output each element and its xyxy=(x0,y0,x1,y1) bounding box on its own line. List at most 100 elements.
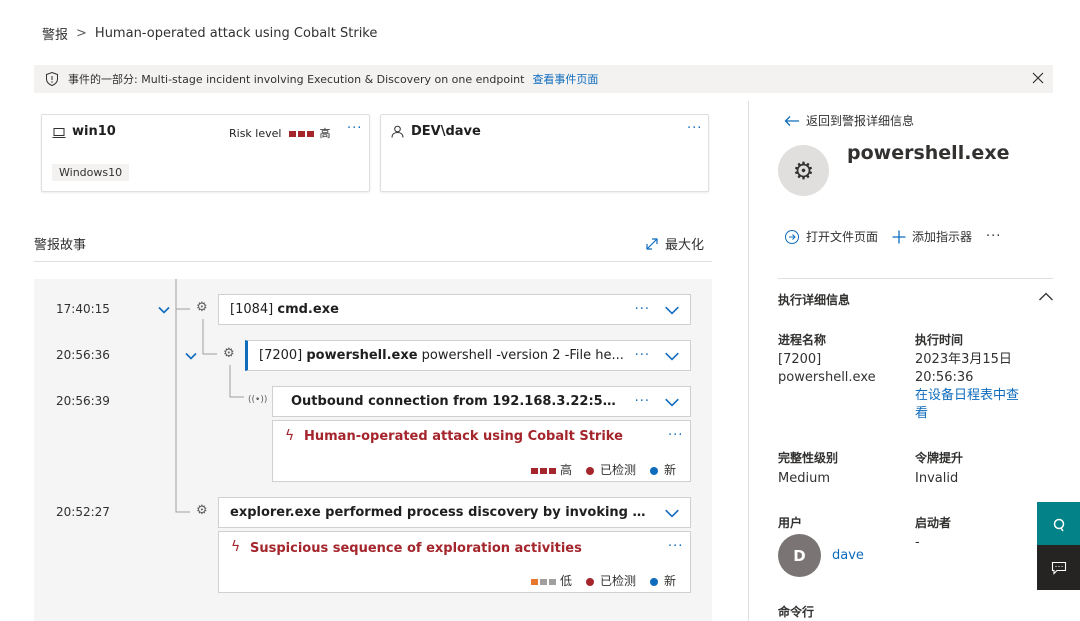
cmd-more-button[interactable]: ··· xyxy=(635,302,650,317)
help-button[interactable] xyxy=(1037,502,1080,547)
alert-meta-exploration: 低 已检测 新 xyxy=(531,572,676,589)
integrity-label: 完整性级别 xyxy=(778,451,839,465)
shield-icon xyxy=(46,71,58,87)
process-name-value: [7200] powershell.exe xyxy=(778,352,876,385)
open-file-label: 打开文件页面 xyxy=(806,230,879,244)
alert-story-title: 警报故事 xyxy=(34,238,87,253)
alert-status: 已检测 xyxy=(599,463,636,477)
user-card[interactable]: DEV\dave ··· xyxy=(380,114,709,192)
alert-title-exploration[interactable]: Suspicious sequence of exploration activ… xyxy=(250,541,582,556)
device-card[interactable]: win10 Risk level 高 ··· Windows10 xyxy=(41,114,370,192)
incident-banner: 事件的一部分: Multi-stage incident involving E… xyxy=(34,65,1053,93)
device-name[interactable]: win10 xyxy=(72,124,116,139)
close-icon[interactable] xyxy=(1031,71,1045,85)
alert-status: 已检测 xyxy=(599,574,636,588)
user-label: 用户 xyxy=(778,516,803,530)
device-more-button[interactable]: ··· xyxy=(347,121,362,136)
alert-more-button[interactable]: ··· xyxy=(668,539,683,554)
event-node-explorer[interactable]: explorer.exe performed process discovery… xyxy=(218,497,691,528)
collapse-cmd-chevron-icon[interactable] xyxy=(157,303,171,317)
headset-icon xyxy=(1053,518,1064,531)
initiator-value: - xyxy=(915,535,920,550)
open-file-button[interactable]: 打开文件页面 xyxy=(784,228,878,245)
powershell-name: powershell.exe xyxy=(306,348,418,363)
alert-meta-cobalt: 高 已检测 新 xyxy=(531,461,676,478)
exec-time-label: 执行时间 xyxy=(915,333,964,347)
back-link[interactable]: 返回到警报详细信息 xyxy=(784,112,914,129)
breadcrumb-current: Human-operated attack using Cobalt Strik… xyxy=(94,26,378,41)
arrow-left-icon xyxy=(784,115,799,126)
process-node-powershell[interactable]: [7200] powershell.exe powershell -versio… xyxy=(245,340,691,371)
process-avatar: ⚙ xyxy=(778,145,829,196)
lightning-icon: ϟ xyxy=(231,539,241,555)
expand-icon xyxy=(646,237,658,250)
time-explorer: 20:52:27 xyxy=(56,505,110,519)
panel-divider xyxy=(748,101,749,621)
gear-icon: ⚙ xyxy=(196,300,208,315)
user-icon xyxy=(391,125,404,138)
breadcrumb: 警报 > Human-operated attack using Cobalt … xyxy=(42,24,377,43)
time-connection: 20:56:39 xyxy=(56,394,110,408)
integrity-value: Medium xyxy=(778,471,830,486)
collapse-powershell-chevron-icon[interactable] xyxy=(184,349,198,363)
device-timeline-link[interactable]: 在设备日程表中查看 xyxy=(915,387,1025,423)
alert-card-exploration[interactable]: ϟ Suspicious sequence of exploration act… xyxy=(218,531,691,593)
time-powershell: 20:56:36 xyxy=(56,348,110,362)
powershell-more-button[interactable]: ··· xyxy=(635,348,650,363)
alert-state: 新 xyxy=(663,463,676,477)
user-more-button[interactable]: ··· xyxy=(687,121,702,136)
chevron-up-icon[interactable] xyxy=(1038,291,1054,303)
chevron-down-icon[interactable] xyxy=(664,394,680,410)
view-incident-link[interactable]: 查看事件页面 xyxy=(532,71,598,87)
panel-title: powershell.exe xyxy=(847,142,1010,164)
severity-bars xyxy=(531,578,557,585)
token-value: Invalid xyxy=(915,471,959,486)
maximize-button[interactable]: 最大化 xyxy=(645,234,704,253)
user-link[interactable]: dave xyxy=(832,547,864,565)
feedback-button[interactable] xyxy=(1037,545,1080,590)
powershell-pid: [7200] xyxy=(259,348,303,363)
story-header-divider xyxy=(34,261,712,262)
gear-icon: ⚙ xyxy=(223,346,235,361)
severity-bars xyxy=(531,467,557,474)
banner-text: 事件的一部分: Multi-stage incident involving E… xyxy=(68,73,525,86)
alert-severity: 低 xyxy=(559,574,572,588)
chevron-down-icon[interactable] xyxy=(664,505,680,521)
chevron-down-icon[interactable] xyxy=(664,302,680,318)
event-node-connection[interactable]: Outbound connection from 192.168.3.22:50… xyxy=(272,386,691,417)
process-name-label: 进程名称 xyxy=(778,333,827,347)
exec-time-value: 2023年3月15日 20:56:36 xyxy=(915,352,1012,385)
add-indicator-label: 添加指示器 xyxy=(912,230,973,244)
new-dot xyxy=(649,577,658,586)
panel-more-button[interactable]: ··· xyxy=(986,229,1001,244)
avatar-initial: D xyxy=(793,546,806,565)
breadcrumb-root[interactable]: 警报 xyxy=(42,24,68,43)
network-icon: ((•)) xyxy=(248,395,268,405)
breadcrumb-separator: > xyxy=(76,26,87,41)
cmd-name: cmd.exe xyxy=(277,302,339,317)
alert-state: 新 xyxy=(663,574,676,588)
risk-label: Risk level xyxy=(229,127,282,140)
user-name[interactable]: DEV\dave xyxy=(411,124,481,139)
connection-text: Outbound connection from 192.168.3.22:50… xyxy=(291,394,625,409)
token-label: 令牌提升 xyxy=(915,451,964,465)
new-dot xyxy=(649,466,658,475)
detected-dot xyxy=(585,577,594,586)
time-cmd: 17:40:15 xyxy=(56,302,110,316)
connection-more-button[interactable]: ··· xyxy=(635,394,650,409)
maximize-label: 最大化 xyxy=(665,238,705,253)
powershell-cmdline: powershell -version 2 -File he... xyxy=(421,348,624,363)
risk-level: Risk level 高 xyxy=(229,125,330,141)
alert-more-button[interactable]: ··· xyxy=(668,428,683,443)
risk-severity-bars xyxy=(288,131,314,137)
alert-card-cobalt[interactable]: ϟ Human-operated attack using Cobalt Str… xyxy=(272,420,691,482)
add-indicator-button[interactable]: 添加指示器 xyxy=(892,228,972,245)
alert-title-cobalt[interactable]: Human-operated attack using Cobalt Strik… xyxy=(304,429,623,444)
cmdline-label: 命令行 xyxy=(778,605,815,619)
chevron-down-icon[interactable] xyxy=(664,348,680,364)
avatar: D xyxy=(778,534,821,577)
os-tag: Windows10 xyxy=(52,164,130,181)
detected-dot xyxy=(585,466,594,475)
process-node-cmd[interactable]: [1084] cmd.exe ··· xyxy=(218,294,691,325)
panel-actions: 打开文件页面 添加指示器 ··· xyxy=(784,228,1001,245)
